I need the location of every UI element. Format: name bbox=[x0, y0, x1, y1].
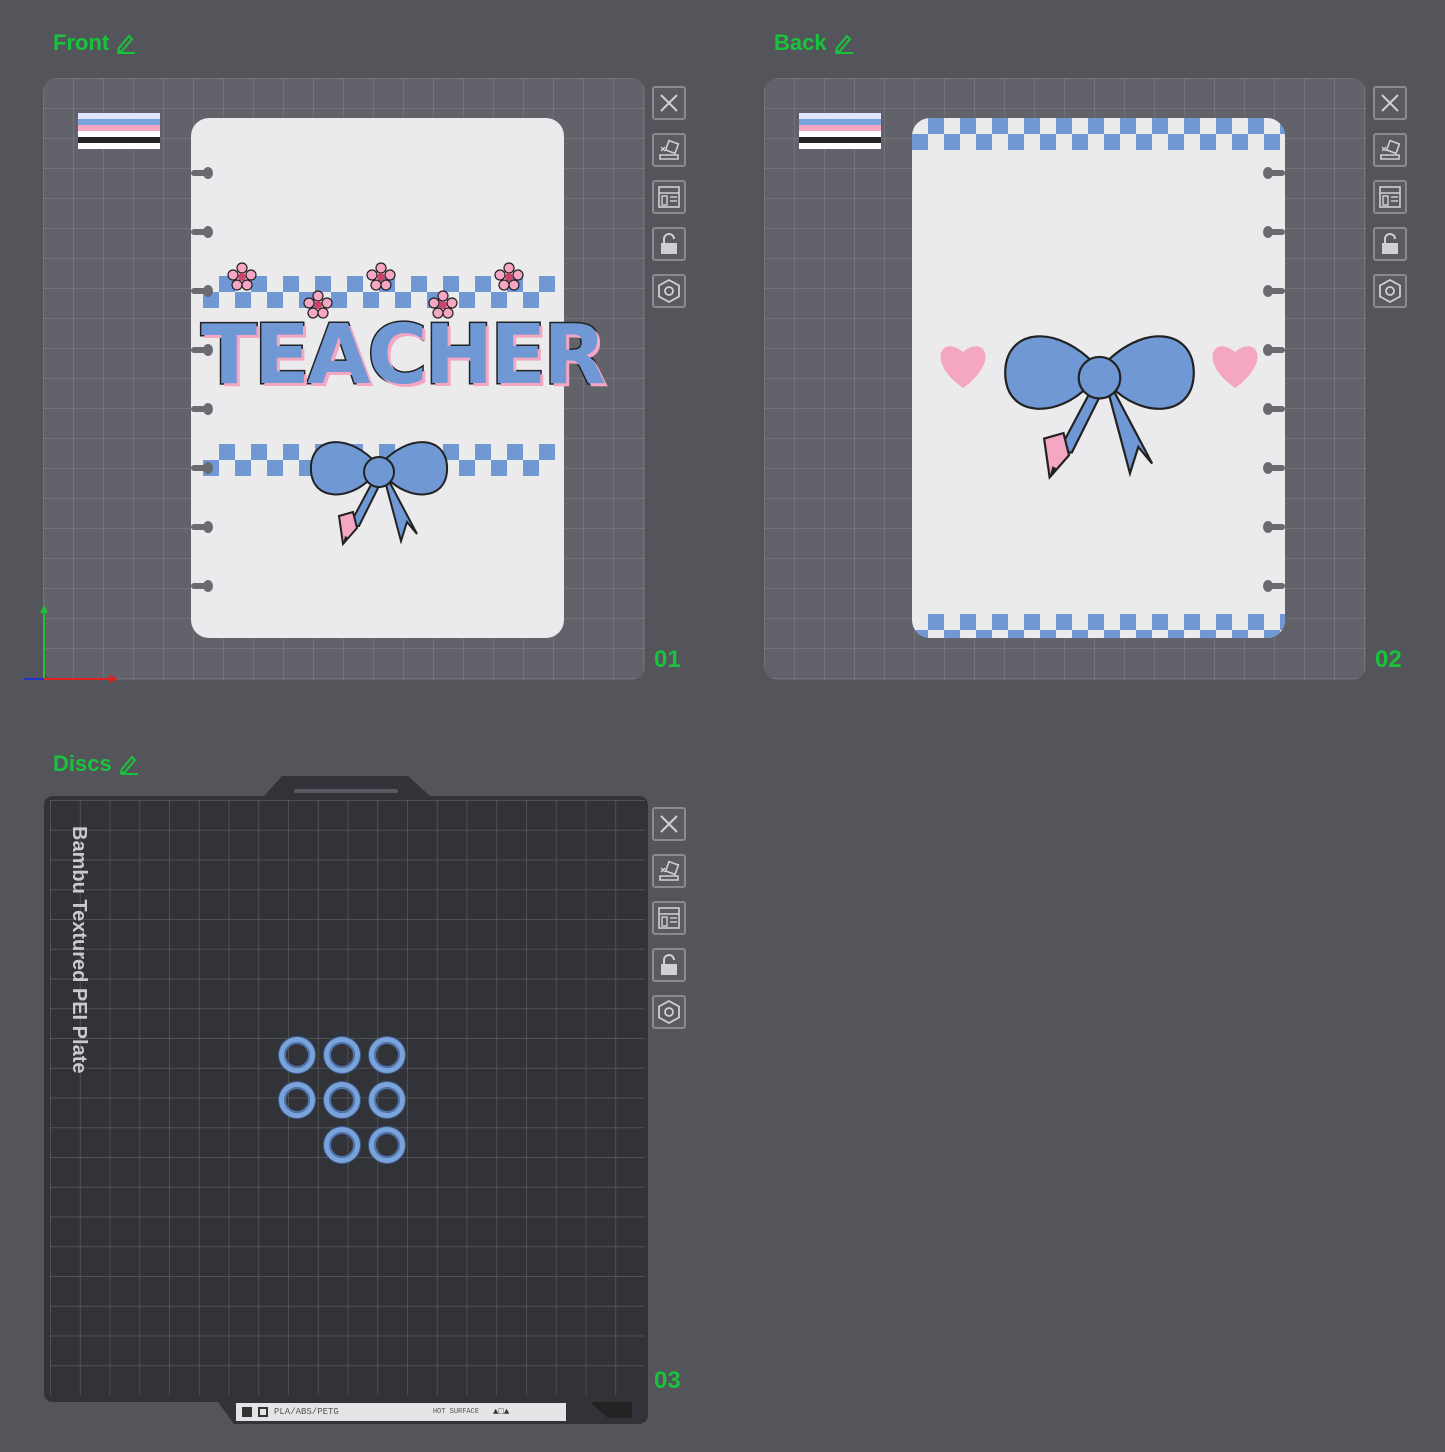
disc-model[interactable] bbox=[369, 1082, 405, 1118]
auto-orient-button[interactable] bbox=[652, 133, 686, 167]
binder-peg bbox=[191, 403, 213, 415]
plate-number: 03 bbox=[654, 1367, 681, 1394]
filament-color-strip bbox=[799, 113, 881, 149]
disc-model[interactable] bbox=[279, 1082, 315, 1118]
build-plate-back[interactable] bbox=[764, 78, 1366, 680]
disc-model[interactable] bbox=[279, 1037, 315, 1073]
qr-icon bbox=[242, 1407, 252, 1417]
auto-orient-icon bbox=[659, 139, 680, 160]
lock-icon bbox=[1382, 233, 1398, 254]
checker-band-bottom bbox=[912, 614, 1285, 638]
plate-title-back: Back bbox=[774, 30, 855, 56]
heart-icon bbox=[940, 346, 986, 388]
warning-icons: ▲□▲ bbox=[493, 1407, 510, 1417]
close-icon bbox=[660, 94, 678, 112]
lock-plate-button[interactable] bbox=[652, 948, 686, 982]
binder-peg bbox=[1263, 580, 1285, 592]
plate-name: Front bbox=[53, 30, 110, 55]
close-plate-button[interactable] bbox=[652, 807, 686, 841]
teacher-word: TEACHER bbox=[200, 307, 608, 405]
auto-orient-button[interactable] bbox=[652, 854, 686, 888]
bow-pencil-icon bbox=[309, 441, 449, 547]
plate-toolbar-back bbox=[1373, 86, 1407, 308]
settings-icon bbox=[1379, 279, 1401, 303]
plate-settings-button[interactable] bbox=[652, 995, 686, 1029]
filament-color-strip bbox=[78, 113, 160, 149]
disc-model[interactable] bbox=[369, 1037, 405, 1073]
edit-icon[interactable] bbox=[833, 32, 855, 54]
auto-orient-icon bbox=[1380, 139, 1401, 160]
axis-gizmo-icon bbox=[24, 605, 118, 683]
lock-plate-button[interactable] bbox=[652, 227, 686, 261]
arrange-button[interactable] bbox=[652, 180, 686, 214]
binder-peg bbox=[191, 580, 213, 592]
disc-model[interactable] bbox=[369, 1127, 405, 1163]
binder-peg bbox=[191, 167, 213, 179]
binder-peg bbox=[1263, 226, 1285, 238]
auto-orient-button[interactable] bbox=[1373, 133, 1407, 167]
close-plate-button[interactable] bbox=[652, 86, 686, 120]
binder-peg bbox=[1263, 462, 1285, 474]
plate-title-front: Front bbox=[53, 30, 137, 56]
plate-number: 02 bbox=[1375, 646, 1402, 673]
settings-icon bbox=[658, 279, 680, 303]
footer-material: PLA/ABS/PETG bbox=[274, 1407, 339, 1417]
binder-peg bbox=[191, 462, 213, 474]
binder-peg bbox=[191, 344, 213, 356]
binder-peg bbox=[191, 226, 213, 238]
plate-toolbar-discs bbox=[652, 807, 686, 1029]
plate-footer-label: PLA/ABS/PETG HOT SURFACE ▲□▲ bbox=[236, 1403, 566, 1421]
binder-peg bbox=[1263, 344, 1285, 356]
plate-number: 01 bbox=[654, 646, 681, 673]
checker-band-top bbox=[912, 118, 1285, 150]
binder-peg bbox=[191, 521, 213, 533]
binder-peg bbox=[191, 285, 213, 297]
flower-icon bbox=[366, 262, 396, 291]
disc-model[interactable] bbox=[324, 1127, 360, 1163]
flower-icon bbox=[494, 262, 524, 291]
binder-peg bbox=[1263, 521, 1285, 533]
close-icon bbox=[660, 815, 678, 833]
plate-type-label: Bambu Textured PEI Plate bbox=[68, 826, 90, 1074]
binder-peg bbox=[1263, 167, 1285, 179]
arrange-button[interactable] bbox=[1373, 180, 1407, 214]
bow-pencil-icon bbox=[1004, 335, 1195, 480]
lock-icon bbox=[661, 954, 677, 975]
lock-icon bbox=[661, 233, 677, 254]
plate-settings-button[interactable] bbox=[652, 274, 686, 308]
plate-name: Back bbox=[774, 30, 827, 55]
edit-icon[interactable] bbox=[115, 32, 137, 54]
close-icon bbox=[1381, 94, 1399, 112]
lock-plate-button[interactable] bbox=[1373, 227, 1407, 261]
edit-icon[interactable] bbox=[118, 753, 140, 775]
disc-model[interactable] bbox=[324, 1037, 360, 1073]
heart-icon bbox=[1212, 346, 1258, 388]
arrange-icon bbox=[658, 907, 680, 929]
binder-peg bbox=[1263, 285, 1285, 297]
plate-settings-button[interactable] bbox=[1373, 274, 1407, 308]
settings-icon bbox=[658, 1000, 680, 1024]
arrange-button[interactable] bbox=[652, 901, 686, 935]
plate-toolbar-front bbox=[652, 86, 686, 308]
flower-icon bbox=[227, 262, 257, 291]
disc-model[interactable] bbox=[324, 1082, 360, 1118]
arrange-icon bbox=[658, 186, 680, 208]
back-cover-model[interactable] bbox=[912, 118, 1285, 638]
front-cover-model[interactable]: TEACHER bbox=[191, 118, 608, 638]
footer-hot: HOT SURFACE bbox=[432, 1408, 480, 1416]
qr-icon bbox=[258, 1407, 268, 1417]
arrange-icon bbox=[1379, 186, 1401, 208]
close-plate-button[interactable] bbox=[1373, 86, 1407, 120]
binder-peg bbox=[1263, 403, 1285, 415]
build-plate-front[interactable]: TEACHER bbox=[43, 78, 645, 680]
auto-orient-icon bbox=[659, 860, 680, 881]
